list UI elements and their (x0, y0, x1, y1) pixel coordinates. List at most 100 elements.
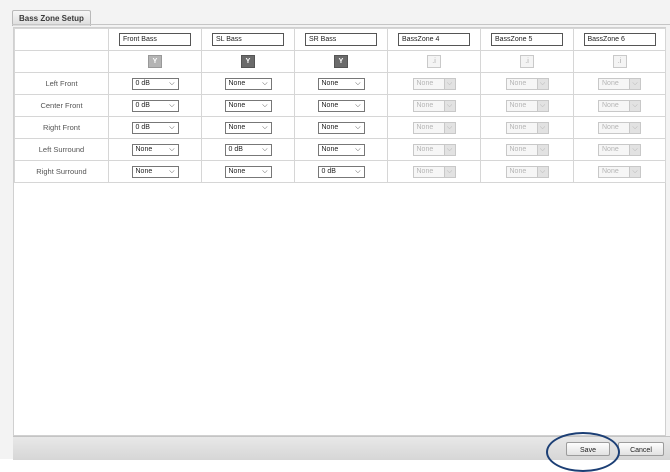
zone-y-cell: Y (108, 50, 202, 73)
level-dropdown[interactable]: None ⌵ (224, 77, 272, 90)
level-cell: None ⌵ (201, 72, 295, 95)
level-dropdown: None ⌵ (412, 99, 456, 112)
level-dropdown-value: None (135, 167, 153, 175)
zone-name-input-5[interactable] (491, 33, 563, 46)
zone-y-cell: .i (573, 50, 666, 73)
level-dropdown[interactable]: None ⌵ (317, 121, 365, 134)
level-dropdown-value: 0 dB (135, 79, 150, 87)
level-dropdown[interactable]: 0 dB ⌵ (224, 143, 272, 156)
level-cell: None ⌵ (387, 72, 481, 95)
save-button[interactable]: Save (566, 442, 610, 456)
level-dropdown[interactable]: None ⌵ (224, 121, 272, 134)
cancel-button[interactable]: Cancel (618, 442, 664, 456)
level-dropdown-value: 0 dB (135, 123, 150, 131)
level-dropdown: None ⌵ (598, 99, 641, 112)
level-dropdown[interactable]: None ⌵ (317, 99, 365, 112)
chevron-down-icon: ⌵ (629, 166, 640, 177)
level-dropdown[interactable]: 0 dB ⌵ (131, 121, 179, 134)
level-cell: 0 dB ⌵ (201, 138, 295, 161)
level-cell: None ⌵ (201, 160, 295, 183)
level-cell: None ⌵ (480, 94, 574, 117)
zone-name-cell (387, 28, 481, 51)
level-dropdown-value: None (602, 167, 619, 175)
chevron-down-icon: ⌵ (355, 123, 361, 131)
level-dropdown[interactable]: None ⌵ (224, 99, 272, 112)
chevron-down-icon: ⌵ (629, 100, 640, 111)
level-dropdown[interactable]: 0 dB ⌵ (317, 165, 365, 178)
zone-y-cell: .i (387, 50, 481, 73)
chevron-down-icon: ⌵ (169, 145, 175, 153)
zone-y-toggle-icon[interactable]: .i (520, 55, 534, 68)
zone-name-input-6[interactable] (583, 33, 656, 46)
level-cell: 0 dB ⌵ (294, 160, 388, 183)
speaker-row: Right Front 0 dB ⌵ None ⌵ None ⌵ None ⌵ None ⌵ None… (14, 116, 666, 139)
chevron-down-icon: ⌵ (355, 167, 361, 175)
level-dropdown-value: None (321, 79, 339, 87)
level-cell: 0 dB ⌵ (108, 116, 202, 139)
level-cell: None ⌵ (108, 138, 202, 161)
level-dropdown: None ⌵ (598, 143, 641, 156)
level-dropdown[interactable]: None ⌵ (224, 165, 272, 178)
zone-y-toggle-icon[interactable]: Y (334, 55, 348, 68)
level-dropdown-value: None (602, 79, 619, 87)
chevron-down-icon: ⌵ (262, 167, 268, 175)
level-dropdown-value: None (228, 167, 246, 175)
level-dropdown[interactable]: None ⌵ (317, 143, 365, 156)
level-dropdown[interactable]: None ⌵ (131, 143, 179, 156)
level-cell: None ⌵ (294, 138, 388, 161)
level-dropdown-value: None (416, 167, 434, 175)
level-cell: None ⌵ (387, 116, 481, 139)
chevron-down-icon: ⌵ (443, 166, 455, 177)
level-dropdown: None ⌵ (412, 143, 456, 156)
level-cell: None ⌵ (573, 138, 666, 161)
level-dropdown: None ⌵ (598, 77, 641, 90)
zone-y-cell: .i (480, 50, 574, 73)
chevron-down-icon: ⌵ (443, 78, 455, 89)
zone-y-toggle-icon[interactable]: Y (241, 55, 255, 68)
level-cell: 0 dB ⌵ (108, 72, 202, 95)
speaker-label: Left Front (14, 72, 109, 95)
zone-name-cell (201, 28, 295, 51)
speaker-label: Center Front (14, 94, 109, 117)
speaker-label: Left Surround (14, 138, 109, 161)
bass-zone-setup-window: Bass Zone Setup YYY.i.i.iLeft Front0 dB⌵… (0, 0, 670, 472)
level-dropdown-value: None (228, 79, 246, 87)
chevron-down-icon: ⌵ (355, 101, 361, 109)
speaker-row: Center Front 0 dB ⌵ None ⌵ None ⌵ None ⌵ None ⌵ Non… (14, 94, 666, 117)
level-cell: None ⌵ (480, 138, 574, 161)
zone-y-toggle-icon[interactable]: .i (427, 55, 441, 68)
zone-y-cell: Y (294, 50, 388, 73)
level-dropdown[interactable]: None ⌵ (131, 165, 179, 178)
level-dropdown: None ⌵ (598, 121, 641, 134)
level-dropdown[interactable]: 0 dB ⌵ (131, 77, 179, 90)
level-dropdown-value: None (602, 123, 619, 131)
level-cell: None ⌵ (573, 94, 666, 117)
chevron-down-icon: ⌵ (536, 122, 548, 133)
zone-y-toggle-icon[interactable]: .i (612, 55, 627, 68)
level-cell: None ⌵ (108, 160, 202, 183)
zone-name-input-4[interactable] (398, 33, 470, 46)
bass-zone-panel: YYY.i.i.iLeft Front0 dB⌵None⌵None⌵None⌵N… (13, 27, 666, 436)
zone-name-input-2[interactable] (212, 33, 284, 46)
zone-y-toggle-icon[interactable]: Y (148, 55, 162, 68)
speaker-row: Right Surround None ⌵ None ⌵ 0 dB ⌵ None ⌵ None ⌵ N… (14, 160, 666, 183)
level-dropdown-value: None (509, 145, 527, 153)
level-dropdown-value: 0 dB (321, 167, 336, 175)
level-dropdown: None ⌵ (505, 99, 549, 112)
level-dropdown[interactable]: None ⌵ (317, 77, 365, 90)
level-dropdown[interactable]: 0 dB ⌵ (131, 99, 179, 112)
level-dropdown-value: None (416, 123, 434, 131)
chevron-down-icon: ⌵ (169, 167, 175, 175)
zone-name-cell (294, 28, 388, 51)
level-cell: None ⌵ (573, 72, 666, 95)
level-dropdown-value: None (416, 101, 434, 109)
chevron-down-icon: ⌵ (355, 79, 361, 87)
zone-name-row (14, 28, 666, 51)
level-dropdown-value: None (321, 123, 339, 131)
level-cell: None ⌵ (387, 94, 481, 117)
zone-name-input-1[interactable] (119, 33, 191, 46)
level-dropdown: None ⌵ (505, 77, 549, 90)
zone-name-input-3[interactable] (305, 33, 377, 46)
zone-y-row: Y Y Y .i .i .i (14, 50, 666, 73)
speaker-label: Right Surround (14, 160, 109, 183)
